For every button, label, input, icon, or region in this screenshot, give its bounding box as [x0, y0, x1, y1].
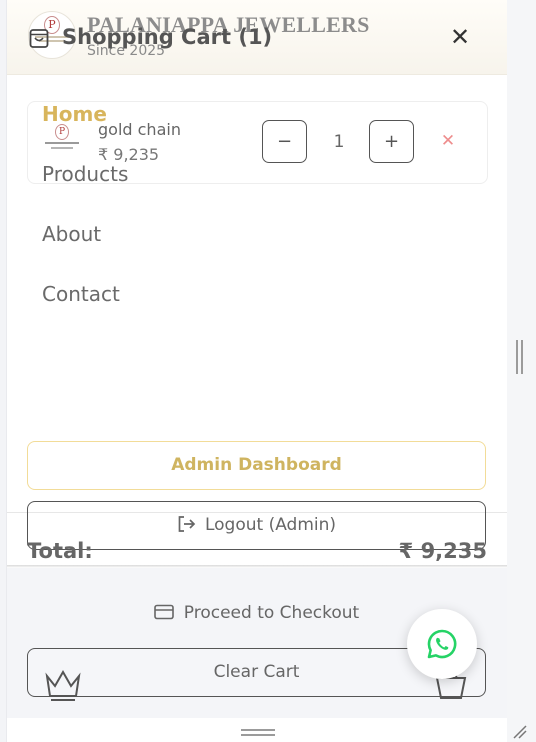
- credit-card-icon: [153, 604, 174, 620]
- close-cart-button[interactable]: ✕: [447, 24, 473, 50]
- thumb-monogram: P: [55, 124, 69, 140]
- total-label: Total:: [27, 539, 93, 563]
- remove-item-button[interactable]: ✕: [439, 130, 457, 152]
- nav-link-contact[interactable]: Contact: [42, 282, 120, 306]
- nav-link-about[interactable]: About: [42, 222, 101, 246]
- increase-quantity-button[interactable]: +: [369, 120, 414, 163]
- remove-icon: ✕: [440, 131, 456, 151]
- cart-title: Shopping Cart (1): [62, 25, 273, 49]
- decrease-quantity-button[interactable]: −: [262, 120, 307, 163]
- whatsapp-icon: [427, 629, 457, 659]
- horizontal-resize-handle[interactable]: [241, 729, 275, 736]
- vertical-resize-handle[interactable]: [516, 340, 523, 374]
- nav-link-home[interactable]: Home: [42, 102, 107, 126]
- nav-link-products[interactable]: Products: [42, 162, 128, 186]
- thumb-line: [51, 147, 73, 149]
- logout-icon: [178, 516, 196, 532]
- shopping-bag-icon: [29, 29, 49, 48]
- plus-icon: +: [383, 131, 400, 152]
- checkout-label: Proceed to Checkout: [183, 603, 360, 623]
- minus-icon: −: [276, 131, 293, 152]
- logout-label: Logout (Admin): [204, 515, 337, 535]
- cart-item-quantity: 1: [333, 132, 345, 152]
- thumb-line: [45, 142, 79, 144]
- cart-item-image: P: [41, 122, 83, 158]
- total-value: ₹ 9,235: [398, 539, 487, 563]
- whatsapp-button[interactable]: [407, 609, 477, 679]
- cart-item-name: gold chain: [98, 120, 181, 139]
- resize-corner-icon[interactable]: [510, 722, 528, 740]
- crown-icon: [45, 669, 81, 701]
- admin-dashboard-button[interactable]: Admin Dashboard: [27, 441, 486, 490]
- close-icon: ✕: [449, 23, 471, 51]
